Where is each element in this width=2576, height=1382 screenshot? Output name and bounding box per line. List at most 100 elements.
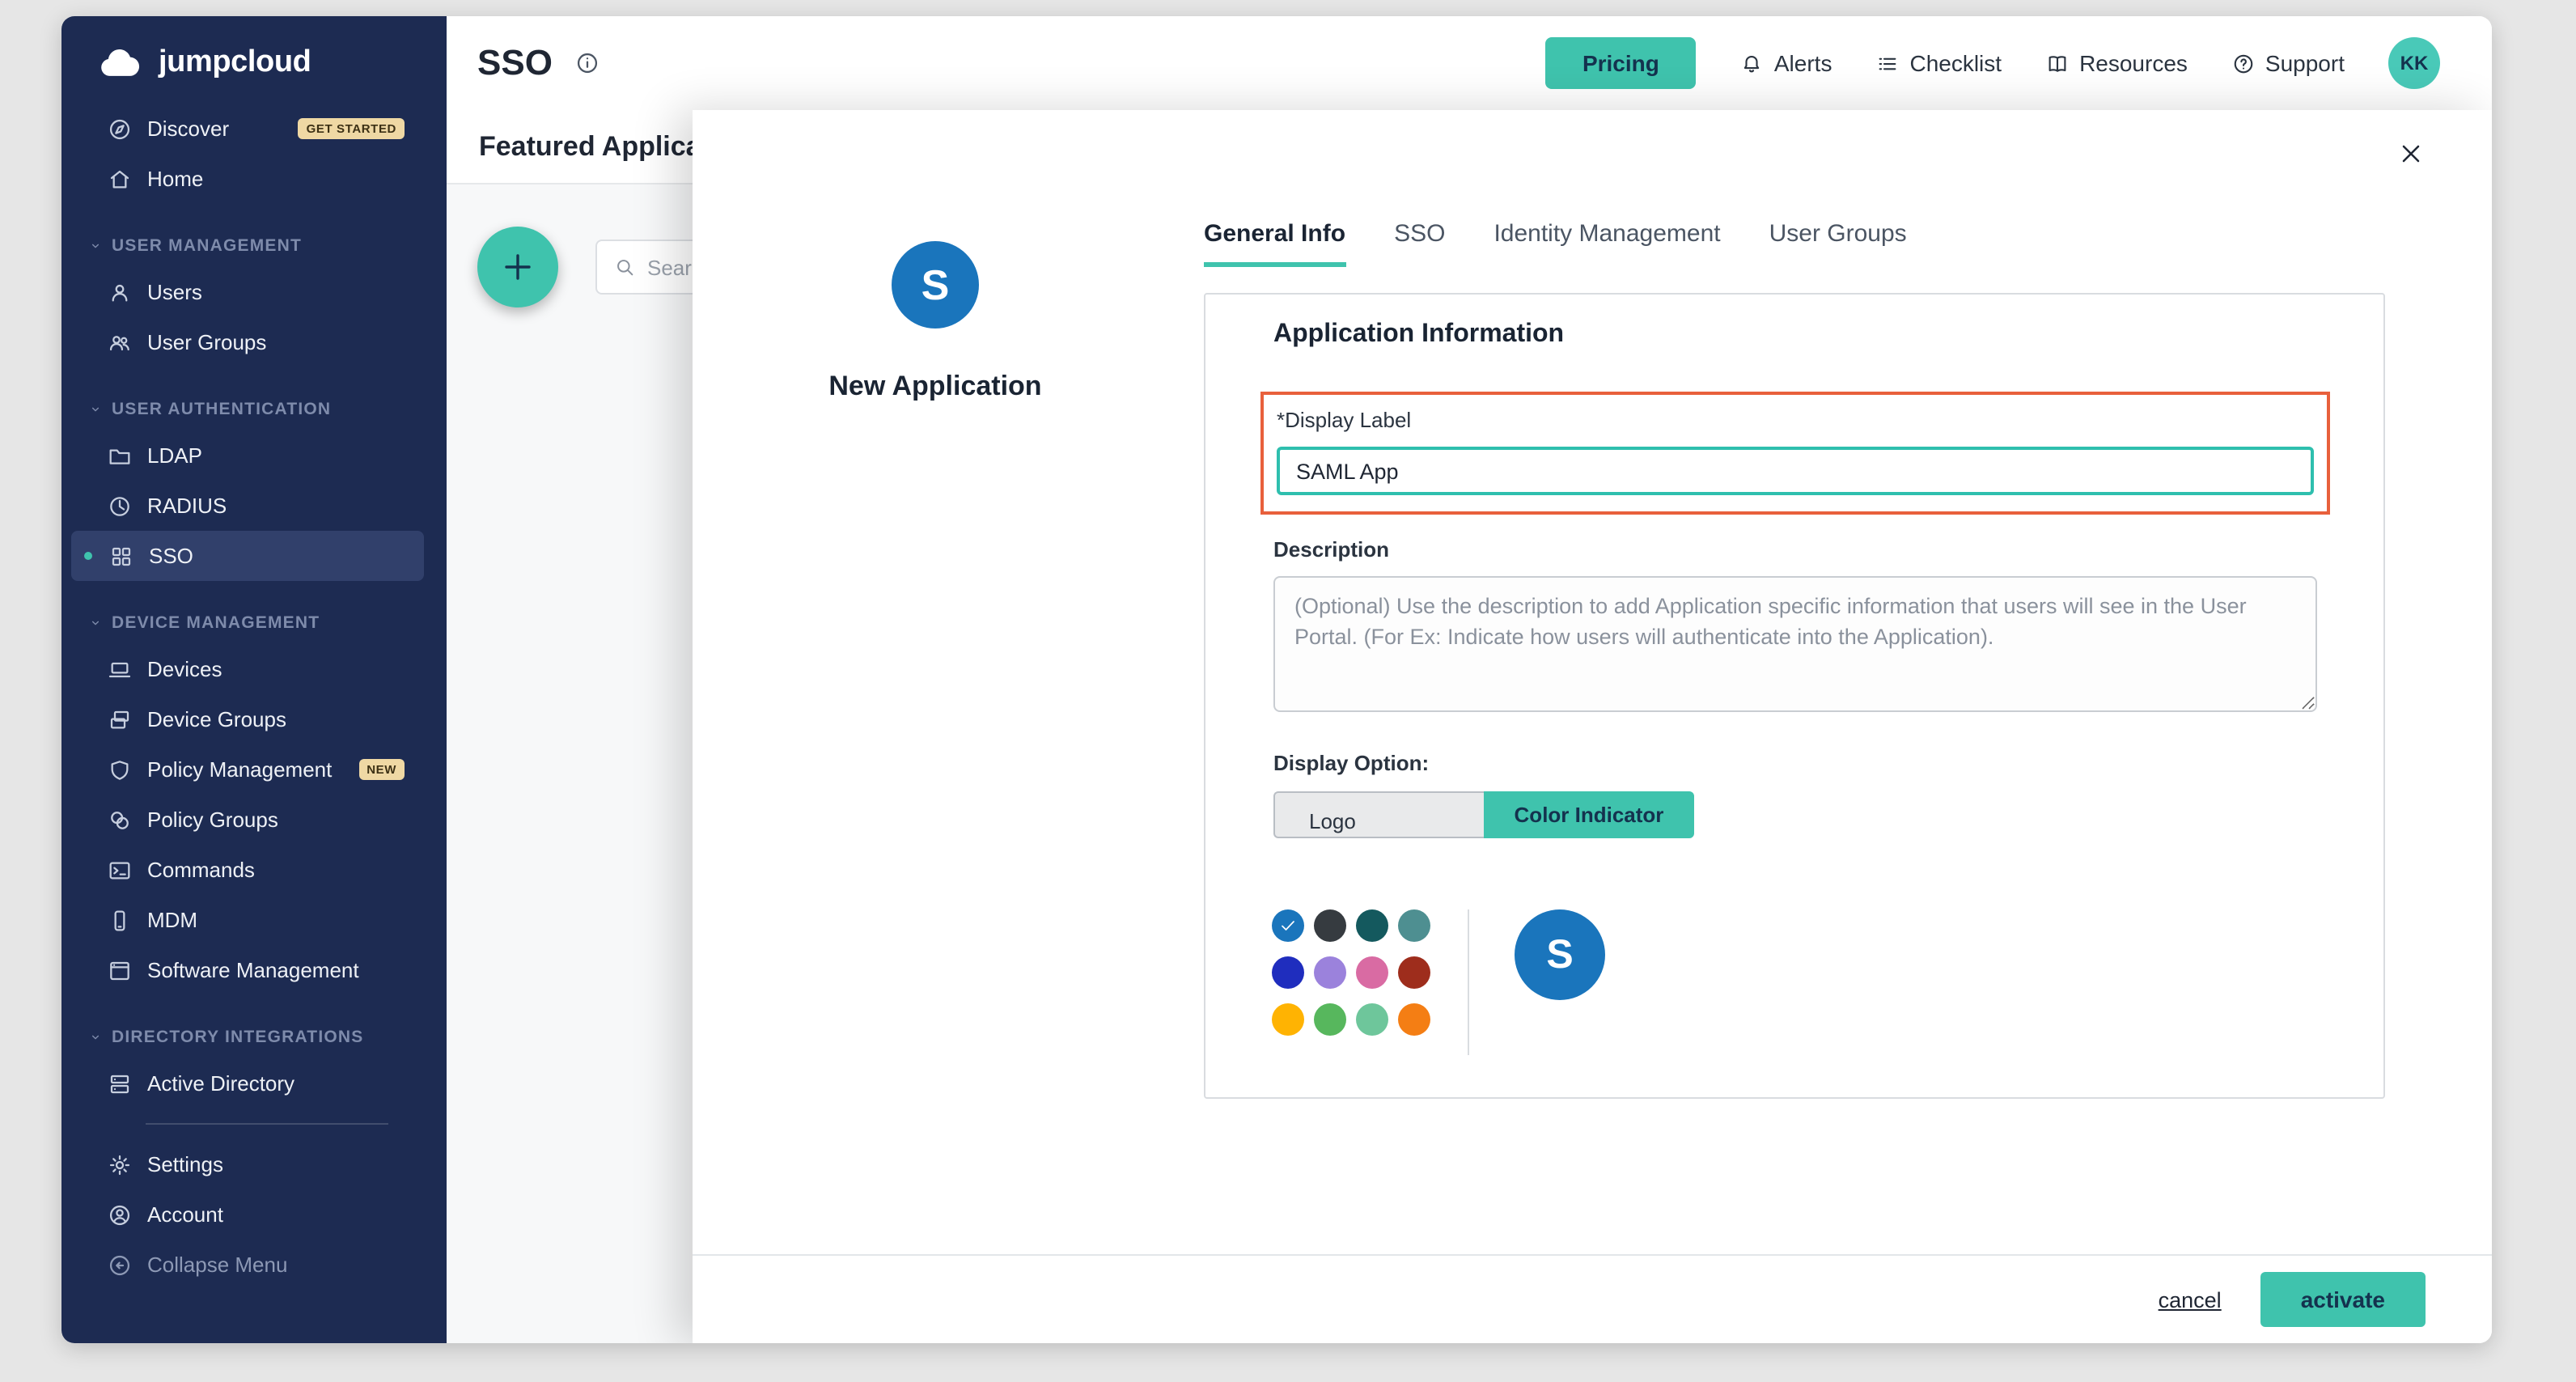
add-application-button[interactable] bbox=[477, 227, 558, 307]
arrow-left-circle-icon bbox=[107, 1252, 133, 1278]
sidebar-item-radius[interactable]: RADIUS bbox=[61, 481, 447, 531]
alerts-label: Alerts bbox=[1774, 50, 1832, 76]
tab-user-groups[interactable]: User Groups bbox=[1769, 220, 1907, 267]
color-swatch[interactable] bbox=[1398, 956, 1430, 989]
sidebar-item-collapse-menu[interactable]: Collapse Menu bbox=[61, 1240, 447, 1290]
sidebar-item-device-groups[interactable]: Device Groups bbox=[61, 694, 447, 744]
users-icon bbox=[107, 329, 133, 355]
color-swatch[interactable] bbox=[1272, 1003, 1304, 1036]
user-icon bbox=[107, 279, 133, 305]
color-swatch[interactable] bbox=[1314, 1003, 1346, 1036]
new-application-modal: S New Application General Info SSO Ident… bbox=[693, 110, 2492, 1343]
chevron-down-icon bbox=[87, 401, 104, 418]
sidebar-item-active-directory[interactable]: Active Directory bbox=[61, 1058, 447, 1109]
section-label: USER AUTHENTICATION bbox=[112, 400, 331, 419]
color-swatch[interactable] bbox=[1272, 956, 1304, 989]
color-swatch[interactable] bbox=[1314, 909, 1346, 942]
question-icon bbox=[2231, 51, 2256, 75]
sidebar-item-label: SSO bbox=[149, 544, 193, 568]
app-name: New Application bbox=[828, 371, 1041, 403]
card-title: Application Information bbox=[1273, 320, 2317, 350]
sidebar-item-label: MDM bbox=[147, 908, 197, 932]
sidebar-item-devices[interactable]: Devices bbox=[61, 644, 447, 694]
activate-button[interactable]: activate bbox=[2260, 1272, 2426, 1327]
display-label-input[interactable] bbox=[1277, 447, 2314, 495]
cancel-link[interactable]: cancel bbox=[2159, 1287, 2222, 1312]
sidebar-item-discover[interactable]: Discover GET STARTED bbox=[61, 104, 447, 154]
chevron-down-icon bbox=[87, 615, 104, 631]
close-icon bbox=[2396, 139, 2426, 168]
plus-icon bbox=[498, 248, 537, 286]
sidebar-item-sso[interactable]: SSO bbox=[71, 531, 424, 581]
sidebar-item-label: User Groups bbox=[147, 330, 266, 354]
terminal-icon bbox=[107, 857, 133, 883]
sidebar-item-software-management[interactable]: Software Management bbox=[61, 945, 447, 995]
sidebar-item-users[interactable]: Users bbox=[61, 267, 447, 317]
checklist-link[interactable]: Checklist bbox=[1875, 50, 2002, 76]
app-identity: S New Application bbox=[693, 241, 1178, 403]
chevron-down-icon bbox=[87, 1029, 104, 1045]
sidebar-item-user-groups[interactable]: User Groups bbox=[61, 317, 447, 367]
resources-label: Resources bbox=[2079, 50, 2188, 76]
logo-option-button[interactable]: Logo bbox=[1273, 791, 1484, 838]
description-label: Description bbox=[1273, 537, 2317, 562]
sidebar-item-ldap[interactable]: LDAP bbox=[61, 430, 447, 481]
color-swatch[interactable] bbox=[1356, 956, 1388, 989]
check-icon bbox=[1278, 916, 1298, 935]
color-swatch[interactable] bbox=[1314, 956, 1346, 989]
sidebar-item-label: Settings bbox=[147, 1152, 223, 1176]
phone-icon bbox=[107, 907, 133, 933]
new-badge: NEW bbox=[358, 759, 405, 780]
tab-general-info[interactable]: General Info bbox=[1204, 220, 1345, 267]
sidebar-item-label: Account bbox=[147, 1202, 223, 1227]
sidebar-item-label: Discover bbox=[147, 117, 229, 141]
section-directory-integrations[interactable]: DIRECTORY INTEGRATIONS bbox=[61, 1016, 447, 1058]
color-swatch[interactable] bbox=[1356, 1003, 1388, 1036]
sidebar-item-policy-management[interactable]: Policy Management NEW bbox=[61, 744, 447, 795]
info-icon[interactable] bbox=[575, 50, 601, 76]
resources-link[interactable]: Resources bbox=[2045, 50, 2188, 76]
home-icon bbox=[107, 166, 133, 192]
sidebar-item-label: Active Directory bbox=[147, 1071, 294, 1096]
sidebar-item-account[interactable]: Account bbox=[61, 1189, 447, 1240]
jumpcloud-cloud-icon bbox=[95, 46, 144, 80]
close-button[interactable] bbox=[2395, 139, 2427, 172]
sidebar-item-policy-groups[interactable]: Policy Groups bbox=[61, 795, 447, 845]
pricing-button[interactable]: Pricing bbox=[1545, 37, 1697, 89]
section-label: USER MANAGEMENT bbox=[112, 236, 302, 256]
sidebar-item-settings[interactable]: Settings bbox=[61, 1139, 447, 1189]
color-indicator-preview: S bbox=[1515, 909, 1605, 1000]
sidebar-item-label: Users bbox=[147, 280, 202, 304]
sidebar-item-label: Software Management bbox=[147, 958, 359, 982]
support-link[interactable]: Support bbox=[2231, 50, 2345, 76]
tab-identity-management[interactable]: Identity Management bbox=[1493, 220, 1720, 267]
folder-icon bbox=[107, 443, 133, 468]
color-swatch[interactable] bbox=[1398, 909, 1430, 942]
sidebar: jumpcloud Discover GET STARTED Home USER… bbox=[61, 16, 447, 1343]
color-swatch-selected[interactable] bbox=[1272, 909, 1304, 942]
gear-icon bbox=[107, 1151, 133, 1177]
color-picker-row: S bbox=[1273, 909, 2317, 1055]
color-swatch-grid bbox=[1272, 909, 1430, 1036]
description-textarea[interactable] bbox=[1273, 576, 2317, 712]
color-indicator-option-button[interactable]: Color Indicator bbox=[1484, 791, 1694, 838]
sidebar-item-home[interactable]: Home bbox=[61, 154, 447, 204]
server-icon bbox=[107, 1070, 133, 1096]
get-started-badge: GET STARTED bbox=[299, 118, 405, 139]
color-swatch[interactable] bbox=[1398, 1003, 1430, 1036]
application-information-card: Application Information *Display Label D… bbox=[1204, 293, 2385, 1099]
sidebar-item-commands[interactable]: Commands bbox=[61, 845, 447, 895]
section-device-management[interactable]: DEVICE MANAGEMENT bbox=[61, 602, 447, 644]
alerts-link[interactable]: Alerts bbox=[1740, 50, 1832, 76]
display-option-segmented: Logo Color Indicator bbox=[1273, 791, 2317, 838]
tab-sso[interactable]: SSO bbox=[1394, 220, 1445, 267]
section-user-management[interactable]: USER MANAGEMENT bbox=[61, 225, 447, 267]
user-avatar[interactable]: KK bbox=[2388, 37, 2440, 89]
modal-footer: cancel activate bbox=[693, 1254, 2492, 1343]
section-user-authentication[interactable]: USER AUTHENTICATION bbox=[61, 388, 447, 430]
shield-icon bbox=[107, 757, 133, 782]
sidebar-item-mdm[interactable]: MDM bbox=[61, 895, 447, 945]
jumpcloud-logo[interactable]: jumpcloud bbox=[61, 16, 447, 97]
color-swatch[interactable] bbox=[1356, 909, 1388, 942]
sidebar-item-label: Commands bbox=[147, 858, 255, 882]
